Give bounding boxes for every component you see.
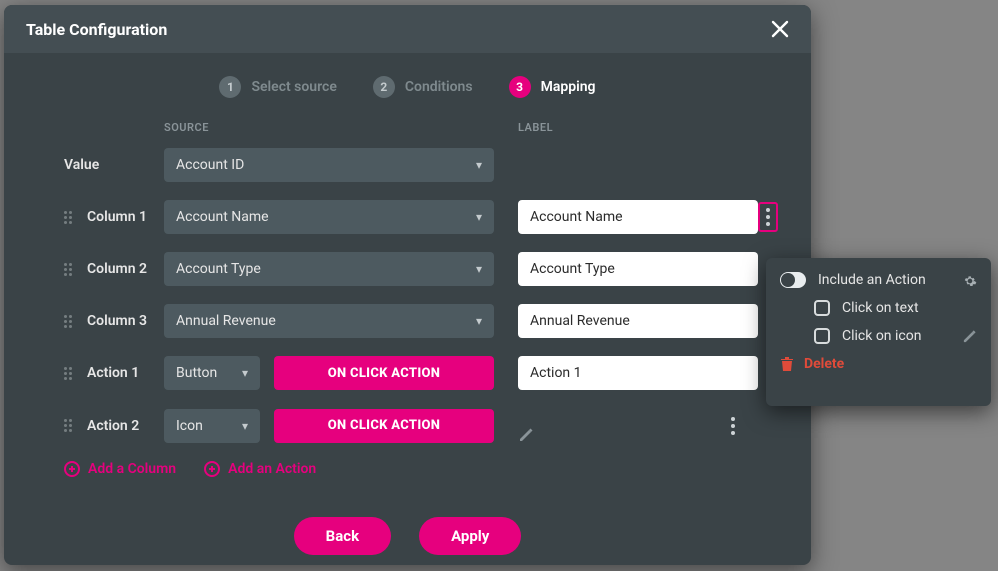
header-label: LABEL (518, 121, 751, 134)
column-source-select[interactable]: Annual Revenue ▾ (164, 304, 494, 338)
step-badge: 2 (373, 76, 395, 98)
select-value: Icon (176, 418, 203, 434)
column-label-input[interactable] (518, 304, 758, 338)
row-label: Column 2 (64, 261, 164, 277)
include-action-row: Include an Action (780, 272, 977, 288)
row-menu-icon[interactable] (758, 202, 778, 232)
pencil-icon[interactable] (962, 329, 977, 344)
on-click-action-button[interactable]: ON CLICK ACTION (274, 409, 494, 443)
apply-button[interactable]: Apply (419, 517, 521, 555)
select-value: Account ID (176, 157, 244, 173)
modal-title: Table Configuration (26, 20, 167, 39)
click-on-icon-row: Click on icon (780, 328, 977, 344)
action-type-select[interactable]: Button ▾ (164, 356, 260, 390)
drag-handle-icon[interactable] (64, 315, 76, 328)
column-source-select[interactable]: Account Type ▾ (164, 252, 494, 286)
on-click-action-button[interactable]: ON CLICK ACTION (274, 356, 494, 390)
chevron-down-icon: ▾ (476, 210, 482, 224)
add-action-button[interactable]: Add an Action (204, 461, 316, 477)
chevron-down-icon: ▾ (476, 158, 482, 172)
click-on-icon-checkbox[interactable] (814, 328, 830, 344)
row-label: Action 2 (64, 418, 164, 434)
column-label-input[interactable] (518, 200, 758, 234)
step-label: Conditions (405, 79, 473, 95)
step-label: Select source (251, 79, 336, 95)
row-label: Action 1 (64, 365, 164, 381)
select-value: Button (176, 365, 217, 381)
delete-button[interactable]: Delete (780, 356, 977, 372)
value-source-select[interactable]: Account ID ▾ (164, 148, 494, 182)
select-value: Account Name (176, 209, 269, 225)
chevron-down-icon: ▾ (242, 366, 248, 380)
chevron-down-icon: ▾ (476, 262, 482, 276)
close-icon[interactable] (771, 20, 795, 38)
step-select-source[interactable]: 1 Select source (219, 76, 336, 98)
column-row: Column 3 Annual Revenue ▾ (64, 304, 751, 338)
select-value: Annual Revenue (176, 313, 276, 329)
step-label: Mapping (541, 79, 596, 95)
drag-handle-icon[interactable] (64, 419, 76, 432)
click-on-text-row: Click on text (780, 300, 977, 316)
add-links: Add a Column Add an Action (64, 461, 751, 477)
toggle-label: Include an Action (818, 272, 926, 288)
drag-handle-icon[interactable] (64, 263, 76, 276)
drag-handle-icon[interactable] (64, 211, 76, 224)
back-button[interactable]: Back (294, 517, 391, 555)
column-source-select[interactable]: Account Name ▾ (164, 200, 494, 234)
column-headers: SOURCE LABEL (64, 121, 751, 134)
pencil-icon[interactable] (518, 427, 723, 443)
value-row: Value Account ID ▾ (64, 148, 751, 182)
column-row: Column 2 Account Type ▾ (64, 252, 751, 286)
column-label-input[interactable] (518, 252, 758, 286)
header-source: SOURCE (164, 121, 494, 134)
step-mapping[interactable]: 3 Mapping (509, 76, 596, 98)
mapping-body: SOURCE LABEL Value Account ID ▾ Column 1… (4, 121, 811, 555)
plus-circle-icon (204, 461, 220, 477)
action-type-select[interactable]: Icon ▾ (164, 409, 260, 443)
row-label-value: Value (64, 157, 164, 173)
checkbox-label: Click on icon (842, 328, 921, 344)
action-row: Action 2 Icon ▾ ON CLICK ACTION (64, 408, 751, 443)
include-action-toggle[interactable] (780, 272, 806, 288)
step-conditions[interactable]: 2 Conditions (373, 76, 473, 98)
gear-icon[interactable] (963, 274, 977, 288)
plus-circle-icon (64, 461, 80, 477)
step-badge: 1 (219, 76, 241, 98)
click-on-text-checkbox[interactable] (814, 300, 830, 316)
trash-icon (780, 356, 794, 372)
drag-handle-icon[interactable] (64, 367, 76, 380)
stepper: 1 Select source 2 Conditions 3 Mapping (4, 53, 811, 121)
action-row: Action 1 Button ▾ ON CLICK ACTION (64, 356, 751, 390)
chevron-down-icon: ▾ (242, 419, 248, 433)
row-menu-icon[interactable] (723, 411, 743, 441)
table-configuration-modal: Table Configuration 1 Select source 2 Co… (4, 5, 811, 565)
step-badge: 3 (509, 76, 531, 98)
column-row: Column 1 Account Name ▾ (64, 200, 751, 234)
modal-header: Table Configuration (4, 5, 811, 53)
row-label: Column 3 (64, 313, 164, 329)
add-column-button[interactable]: Add a Column (64, 461, 176, 477)
checkbox-label: Click on text (842, 300, 919, 316)
chevron-down-icon: ▾ (476, 314, 482, 328)
row-options-popover: Include an Action Click on text Click on… (766, 258, 991, 406)
select-value: Account Type (176, 261, 261, 277)
row-label: Column 1 (64, 209, 164, 225)
action-label-input[interactable] (518, 356, 758, 390)
modal-footer: Back Apply (64, 517, 751, 555)
